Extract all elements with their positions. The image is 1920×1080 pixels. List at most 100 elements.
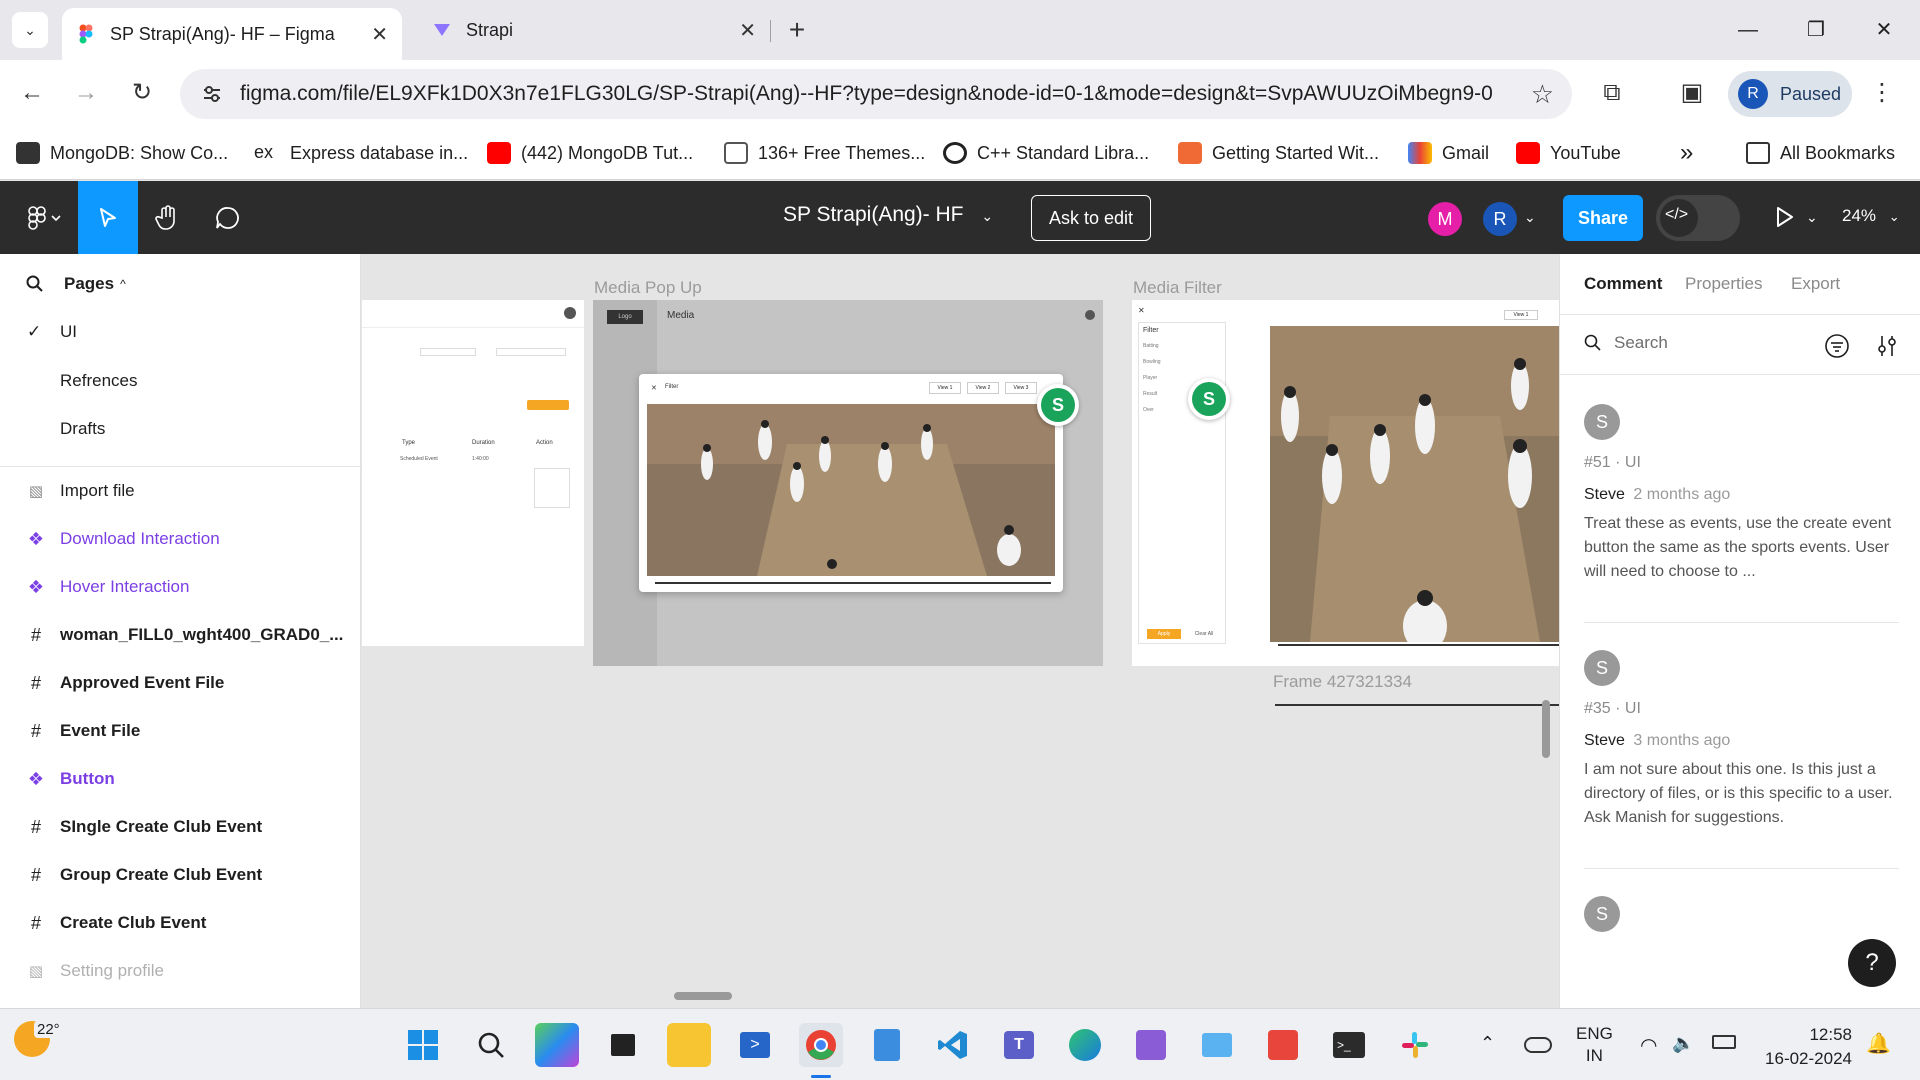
layer-create-club-event[interactable]: # Create Club Event [24, 908, 206, 938]
show-hidden-icons-button[interactable]: ⌃ [1480, 1033, 1495, 1054]
layer-import-file[interactable]: ▧ Import file [24, 476, 135, 506]
site-info-icon[interactable] [200, 82, 224, 106]
tab-export[interactable]: Export [1791, 274, 1840, 294]
more-menu-icon[interactable]: ⋮ [1862, 73, 1902, 113]
comment-search[interactable]: Search [1584, 333, 1668, 353]
search-icon[interactable] [26, 275, 44, 293]
artboard-media-filter[interactable]: ✕ Filter Batting Bowling Player Result O… [1132, 300, 1559, 666]
figma-main-menu[interactable] [14, 181, 74, 254]
git-icon[interactable] [1261, 1023, 1305, 1067]
slack-icon[interactable] [1393, 1023, 1437, 1067]
extensions-icon[interactable]: ⧉ [1592, 73, 1632, 113]
comment-thread[interactable]: S #51 · UI Steve 2 months ago Treat thes… [1584, 404, 1899, 584]
forward-button[interactable]: → [66, 73, 106, 113]
volume-icon[interactable]: 🔈 [1672, 1033, 1694, 1054]
layer-setting-profile[interactable]: ▧ Setting profile [24, 956, 164, 986]
close-window-button[interactable]: ✕ [1860, 12, 1908, 48]
layer-approved-event-file[interactable]: # Approved Event File [24, 668, 224, 698]
profile-button[interactable]: R Paused [1728, 71, 1852, 117]
bookmark-mongodb-show[interactable]: MongoDB: Show Co... [16, 140, 228, 166]
artboard-partial-left[interactable]: Type Duration Action Scheduled Event 1:4… [362, 300, 584, 646]
dev-mode-toggle[interactable]: </> [1656, 195, 1740, 241]
avatar[interactable]: R [1483, 202, 1517, 236]
task-view-icon[interactable] [601, 1023, 645, 1067]
edge-icon[interactable] [1063, 1023, 1107, 1067]
comment-thread[interactable]: S [1584, 896, 1899, 934]
pages-header[interactable]: Pages ^ [26, 274, 126, 294]
filter-icon[interactable] [1824, 333, 1850, 359]
minimize-button[interactable]: — [1724, 12, 1772, 48]
bookmark-youtube-mongodb[interactable]: (442) MongoDB Tut... [487, 140, 693, 166]
tab-properties[interactable]: Properties [1685, 274, 1762, 294]
file-title-menu[interactable]: SP Strapi(Ang)- HF ⌄ [783, 203, 993, 227]
bookmark-star-icon[interactable]: ☆ [1531, 79, 1554, 110]
search-input[interactable]: Search [1614, 333, 1668, 353]
bookmark-cpp-library[interactable]: C++ Standard Libra... [943, 140, 1149, 166]
bookmark-free-themes[interactable]: 136+ Free Themes... [724, 140, 925, 166]
page-ui[interactable]: UI [60, 322, 77, 342]
new-tab-button[interactable]: + [780, 14, 814, 48]
close-icon[interactable]: ✕ [739, 18, 756, 43]
comment-pin[interactable]: S [1188, 378, 1230, 420]
layer-group-create-club-event[interactable]: # Group Create Club Event [24, 860, 262, 890]
frame-label-media-filter[interactable]: Media Filter [1133, 278, 1222, 298]
design-canvas[interactable]: Type Duration Action Scheduled Event 1:4… [362, 254, 1559, 1008]
tab-comment[interactable]: Comment [1584, 274, 1662, 294]
chevron-down-icon[interactable]: ⌄ [1806, 209, 1818, 226]
share-button[interactable]: Share [1563, 195, 1643, 241]
layer-hover-interaction[interactable]: ❖ Hover Interaction [24, 572, 190, 602]
page-refrences[interactable]: Refrences [60, 371, 137, 391]
file-explorer-icon[interactable] [667, 1023, 711, 1067]
onedrive-icon[interactable] [1516, 1023, 1560, 1067]
layer-button[interactable]: ❖ Button [24, 764, 115, 794]
language-indicator[interactable]: ENG IN [1576, 1023, 1613, 1067]
store-icon[interactable] [1195, 1023, 1239, 1067]
vscode-icon[interactable] [931, 1023, 975, 1067]
teams-icon[interactable]: T [997, 1023, 1041, 1067]
battery-icon[interactable] [1712, 1035, 1736, 1049]
frame-label-427321334[interactable]: Frame 427321334 [1273, 672, 1412, 692]
bookmark-getting-started[interactable]: Getting Started Wit... [1178, 140, 1379, 166]
page-drafts[interactable]: Drafts [60, 419, 105, 439]
copilot-icon[interactable] [535, 1023, 579, 1067]
frame-label-media-popup[interactable]: Media Pop Up [594, 278, 702, 298]
horizontal-scrollbar[interactable] [674, 992, 732, 1000]
comment-tool-button[interactable] [198, 181, 258, 254]
more-bookmarks-button[interactable]: » [1680, 139, 1693, 166]
powershell-icon[interactable]: > [733, 1023, 777, 1067]
clock[interactable]: 12:58 16-02-2024 [1760, 1023, 1852, 1071]
settings-sliders-icon[interactable] [1874, 333, 1900, 359]
avatar[interactable]: M [1428, 202, 1462, 236]
wifi-icon[interactable]: ◠ [1640, 1033, 1657, 1058]
help-button[interactable]: ? [1848, 939, 1896, 987]
comment-thread[interactable]: S #35 · UI Steve 3 months ago I am not s… [1584, 650, 1899, 830]
chrome-icon[interactable] [799, 1023, 843, 1067]
chevron-down-icon[interactable]: ⌄ [1524, 209, 1536, 226]
present-button[interactable] [1772, 205, 1796, 234]
start-button[interactable] [401, 1023, 445, 1067]
side-panel-icon[interactable]: ▣ [1672, 73, 1712, 113]
bookmark-express[interactable]: ex Express database in... [254, 140, 468, 166]
bookmark-youtube[interactable]: YouTube [1516, 140, 1621, 166]
terminal-icon[interactable]: >_ [1327, 1023, 1371, 1067]
notepad-icon[interactable] [865, 1023, 909, 1067]
artboard-media-popup[interactable]: Logo Media ✕ Filter View 1 View 2 View 3 [593, 300, 1103, 666]
layer-download-interaction[interactable]: ❖ Download Interaction [24, 524, 220, 554]
layer-single-create-club-event[interactable]: # SIngle Create Club Event [24, 812, 262, 842]
back-button[interactable]: ← [12, 73, 52, 113]
close-icon[interactable]: ✕ [371, 22, 388, 47]
bookmark-gmail[interactable]: Gmail [1408, 140, 1489, 166]
visual-studio-icon[interactable] [1129, 1023, 1173, 1067]
move-tool-button[interactable] [78, 181, 138, 254]
comment-pin[interactable]: S [1037, 384, 1079, 426]
vertical-scrollbar[interactable] [1542, 700, 1550, 758]
reload-button[interactable]: ↻ [122, 73, 162, 113]
tab-strapi[interactable]: Strapi ✕ [418, 8, 770, 52]
tab-search-button[interactable]: ⌄ [12, 12, 48, 48]
search-button[interactable] [469, 1023, 513, 1067]
layer-event-file[interactable]: # Event File [24, 716, 140, 746]
hand-tool-button[interactable] [138, 181, 198, 254]
layer-woman-icon-frame[interactable]: # woman_FILL0_wght400_GRAD0_... [24, 620, 343, 650]
zoom-menu[interactable]: 24% ⌄ [1842, 206, 1900, 226]
all-bookmarks-button[interactable]: All Bookmarks [1746, 140, 1895, 166]
